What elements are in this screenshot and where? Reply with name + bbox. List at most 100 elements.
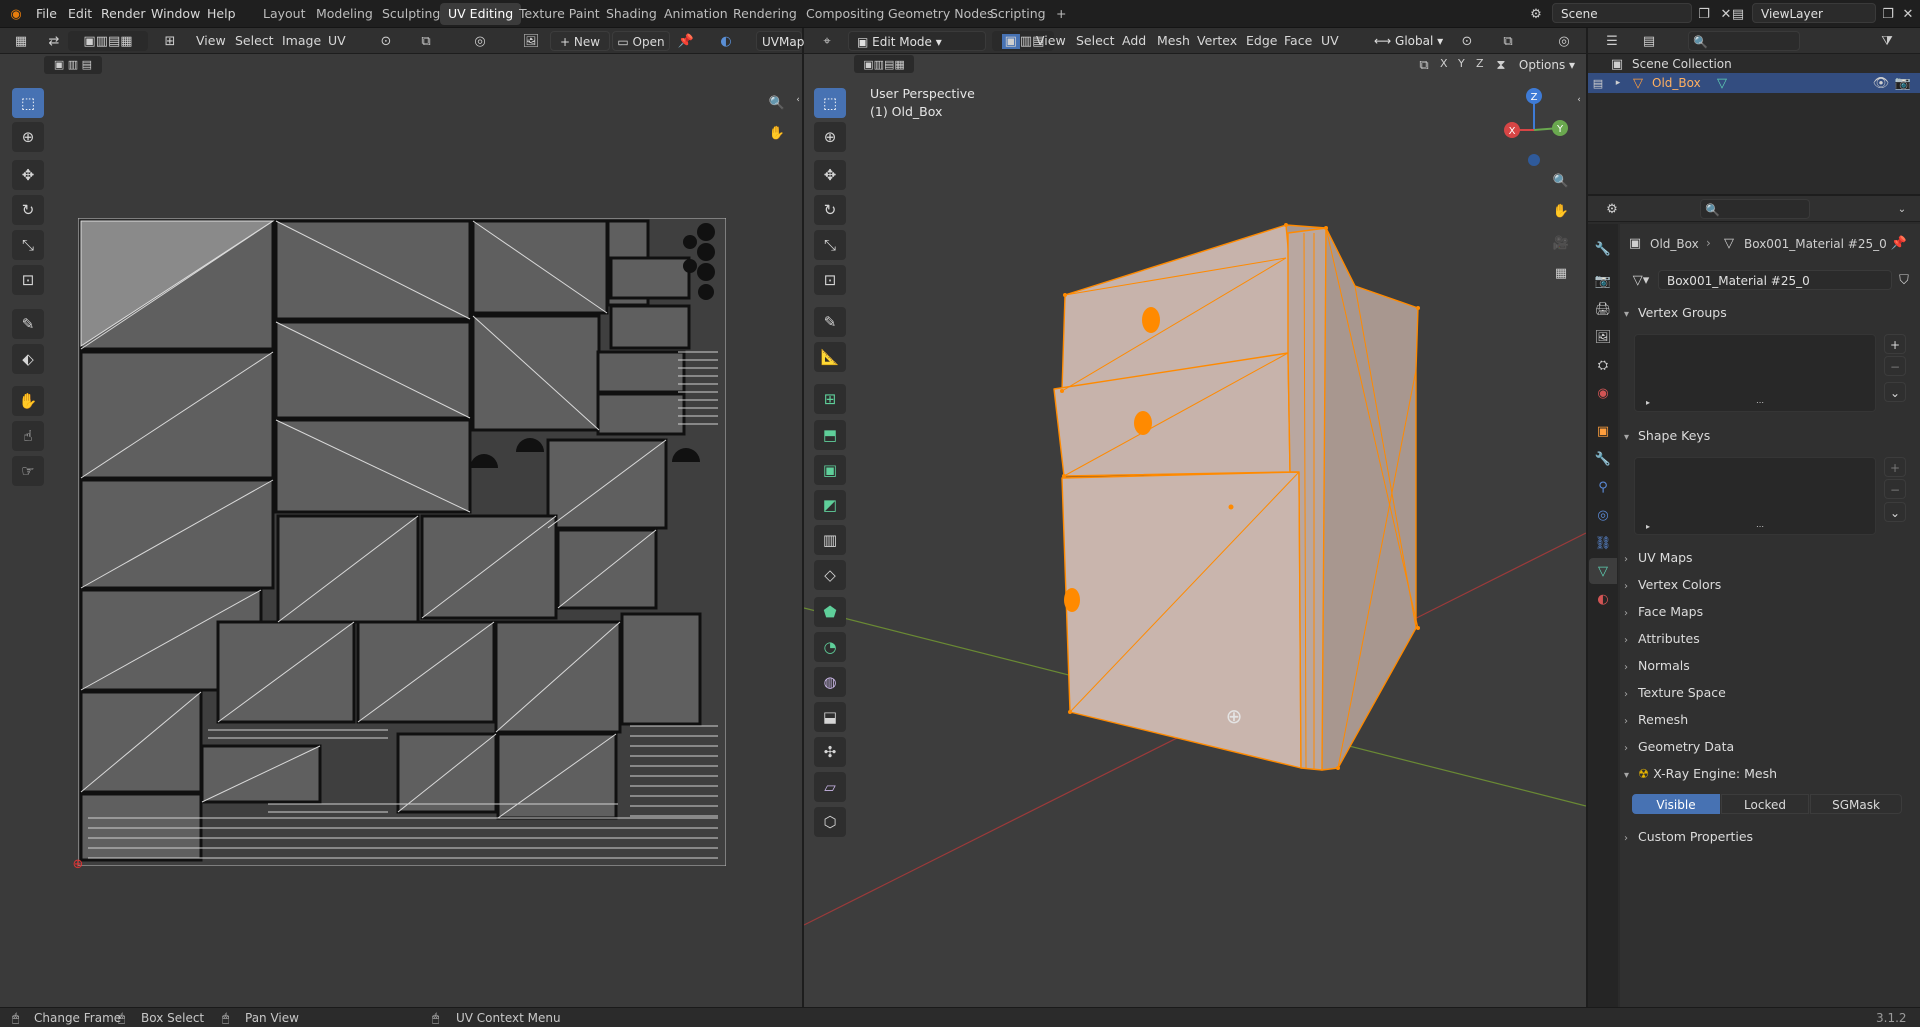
3d-cursor-icon[interactable]: ⊕ bbox=[1220, 702, 1248, 730]
panel-remesh[interactable]: › Remesh bbox=[1624, 709, 1914, 731]
properties-search-input[interactable]: 🔍 bbox=[1700, 199, 1810, 219]
tab-sculpting[interactable]: Sculpting bbox=[374, 3, 448, 25]
tab-object-icon[interactable]: ▣ bbox=[1591, 420, 1615, 442]
tab-rendering[interactable]: Rendering bbox=[725, 3, 805, 25]
outliner-mode-icon[interactable]: ▤ bbox=[1592, 75, 1604, 91]
tab-render-icon[interactable]: 📷 bbox=[1591, 270, 1615, 292]
open-image-button[interactable]: ▭ Open bbox=[612, 31, 670, 51]
tool-cursor[interactable]: ⊕ bbox=[12, 122, 44, 152]
tool-pinch[interactable]: ☞ bbox=[12, 456, 44, 486]
copy-view-layer-icon[interactable]: ❐ bbox=[1878, 4, 1898, 24]
uv-select-mode-row[interactable]: ▣ ▥ ▤ bbox=[44, 56, 102, 74]
tab-animation[interactable]: Animation bbox=[656, 3, 736, 25]
fake-user-shield-icon[interactable]: ⛉ bbox=[1894, 270, 1914, 290]
panel-geometry-data[interactable]: › Geometry Data bbox=[1624, 736, 1914, 758]
pin-properties-icon[interactable]: 📌 bbox=[1890, 234, 1908, 252]
tab-particles-icon[interactable]: ⚲ bbox=[1591, 476, 1615, 498]
tool-annotate[interactable]: ✎ bbox=[12, 309, 44, 339]
tab-scripting[interactable]: Scripting bbox=[982, 3, 1054, 25]
tool-transform[interactable]: ⊡ bbox=[12, 265, 44, 295]
shape-key-menu-button[interactable]: ⌄ bbox=[1884, 502, 1906, 522]
panel-uv-maps[interactable]: › UV Maps bbox=[1624, 547, 1914, 569]
tab-material-icon[interactable]: ◐ bbox=[1591, 588, 1615, 610]
uv-menu-uv[interactable]: UV bbox=[328, 33, 346, 48]
outliner-search-input[interactable]: 🔍 bbox=[1688, 31, 1800, 51]
add-workspace-button[interactable]: + bbox=[1048, 3, 1074, 25]
select-mode-icons[interactable]: ▣▥▤▦ bbox=[68, 31, 148, 51]
tab-view-layer-icon[interactable]: 🖼 bbox=[1591, 326, 1615, 348]
uv-menu-view[interactable]: View bbox=[196, 33, 226, 48]
view-layer-field[interactable]: ViewLayer bbox=[1752, 3, 1876, 23]
editor-type-icon[interactable]: ▦ bbox=[8, 31, 34, 51]
new-image-button[interactable]: + New bbox=[550, 31, 610, 51]
tab-modifiers-icon[interactable]: 🔧 bbox=[1591, 448, 1615, 470]
uv-menu-select[interactable]: Select bbox=[235, 33, 274, 48]
tool-relax[interactable]: ☝ bbox=[12, 421, 44, 451]
add-shape-key-button[interactable]: + bbox=[1884, 457, 1906, 477]
sidebar-toggle-icon[interactable]: ‹ bbox=[794, 92, 802, 108]
tab-physics-icon[interactable]: ◎ bbox=[1591, 504, 1615, 526]
uv-2d-cursor-icon[interactable]: ⊕ bbox=[66, 852, 90, 876]
panel-xray-engine[interactable]: ▾ ☢ X-Ray Engine: Mesh bbox=[1624, 763, 1914, 785]
xray-sgmask-toggle[interactable]: SGMask bbox=[1810, 794, 1902, 814]
expand-chevron-icon[interactable]: ▸ bbox=[1612, 75, 1624, 91]
sync-selection-icon[interactable]: ⇄ bbox=[44, 31, 64, 51]
tool-move[interactable]: ✥ bbox=[12, 160, 44, 190]
tab-uv-editing[interactable]: UV Editing bbox=[440, 3, 522, 25]
pan-hand-icon[interactable]: ✋ bbox=[764, 120, 790, 146]
tool-rotate[interactable]: ↻ bbox=[12, 195, 44, 225]
overlay-icon[interactable]: ◐ bbox=[712, 31, 740, 51]
mesh-name-field[interactable]: Box001_Material #25_0 bbox=[1658, 270, 1892, 290]
add-vertex-group-button[interactable]: + bbox=[1884, 334, 1906, 354]
tab-scene-icon[interactable]: ⛭ bbox=[1591, 354, 1615, 376]
sticky-mode-icon[interactable]: ⊞ bbox=[156, 31, 184, 51]
tool-grab[interactable]: ✋ bbox=[12, 386, 44, 416]
tab-compositing[interactable]: Compositing bbox=[798, 3, 892, 25]
tool-scale[interactable]: ⤡ bbox=[12, 230, 44, 260]
outliner-object-label[interactable]: Old_Box bbox=[1652, 76, 1701, 90]
outliner-filter-icon[interactable]: ⧩ bbox=[1872, 31, 1902, 51]
list-expand-icon[interactable]: ▸ bbox=[1642, 396, 1654, 408]
tab-texture-paint[interactable]: Texture Paint bbox=[511, 3, 608, 25]
tab-modeling[interactable]: Modeling bbox=[308, 3, 381, 25]
outliner-editor-type-icon[interactable]: ☰ bbox=[1598, 31, 1626, 51]
vertex-group-menu-button[interactable]: ⌄ bbox=[1884, 382, 1906, 402]
outliner-display-mode-icon[interactable]: ▤ bbox=[1634, 31, 1664, 51]
zoom-icon[interactable]: 🔍 bbox=[764, 90, 790, 116]
panel-custom-properties[interactable]: › Custom Properties bbox=[1624, 826, 1914, 848]
properties-options-icon[interactable]: ⌄ bbox=[1892, 199, 1912, 219]
menu-render[interactable]: Render bbox=[101, 6, 146, 21]
tab-output-icon[interactable]: 🖨 bbox=[1591, 298, 1615, 320]
mesh-browse-icon[interactable]: ▽▾ bbox=[1626, 270, 1656, 290]
panel-shape-keys[interactable]: ▾ Shape Keys bbox=[1624, 425, 1914, 447]
panel-vertex-groups[interactable]: ▾ Vertex Groups bbox=[1624, 302, 1914, 324]
scene-name-field[interactable]: Scene bbox=[1552, 3, 1692, 23]
list-resize-grip-icon[interactable]: ⋯ bbox=[1750, 520, 1770, 532]
view-layer-icon[interactable]: ▤ bbox=[1728, 4, 1748, 24]
image-browse-icon[interactable]: 🖼 bbox=[518, 31, 544, 51]
snap-icon[interactable]: ⧉ bbox=[406, 31, 446, 51]
visibility-eye-icon[interactable]: 👁 bbox=[1872, 75, 1890, 91]
tab-shading[interactable]: Shading bbox=[598, 3, 665, 25]
scene-collection-label[interactable]: Scene Collection bbox=[1632, 57, 1732, 71]
tab-tool-icon[interactable]: 🔧 bbox=[1591, 238, 1615, 260]
panel-attributes[interactable]: › Attributes bbox=[1624, 628, 1914, 650]
remove-vertex-group-button[interactable]: − bbox=[1884, 356, 1906, 376]
remove-shape-key-button[interactable]: − bbox=[1884, 479, 1906, 499]
uv-menu-image[interactable]: Image bbox=[282, 33, 321, 48]
panel-normals[interactable]: › Normals bbox=[1624, 655, 1914, 677]
tool-rip-region[interactable]: ⬖ bbox=[12, 344, 44, 374]
list-resize-grip-icon[interactable]: ⋯ bbox=[1750, 396, 1770, 408]
panel-texture-space[interactable]: › Texture Space bbox=[1624, 682, 1914, 704]
menu-file[interactable]: File bbox=[36, 6, 57, 21]
panel-vertex-colors[interactable]: › Vertex Colors bbox=[1624, 574, 1914, 596]
render-camera-icon[interactable]: 📷 bbox=[1894, 75, 1912, 91]
menu-help[interactable]: Help bbox=[207, 6, 236, 21]
pivot-icon[interactable]: ⊙ bbox=[372, 31, 400, 51]
delete-view-layer-icon[interactable]: ✕ bbox=[1898, 4, 1918, 24]
menu-edit[interactable]: Edit bbox=[68, 6, 92, 21]
tab-mesh-data-icon[interactable]: ▽ bbox=[1591, 560, 1615, 582]
tool-select-box[interactable]: ⬚ bbox=[12, 88, 44, 118]
properties-editor-type-icon[interactable]: ⚙ bbox=[1598, 199, 1626, 219]
pin-icon[interactable]: 📌 bbox=[676, 31, 696, 51]
